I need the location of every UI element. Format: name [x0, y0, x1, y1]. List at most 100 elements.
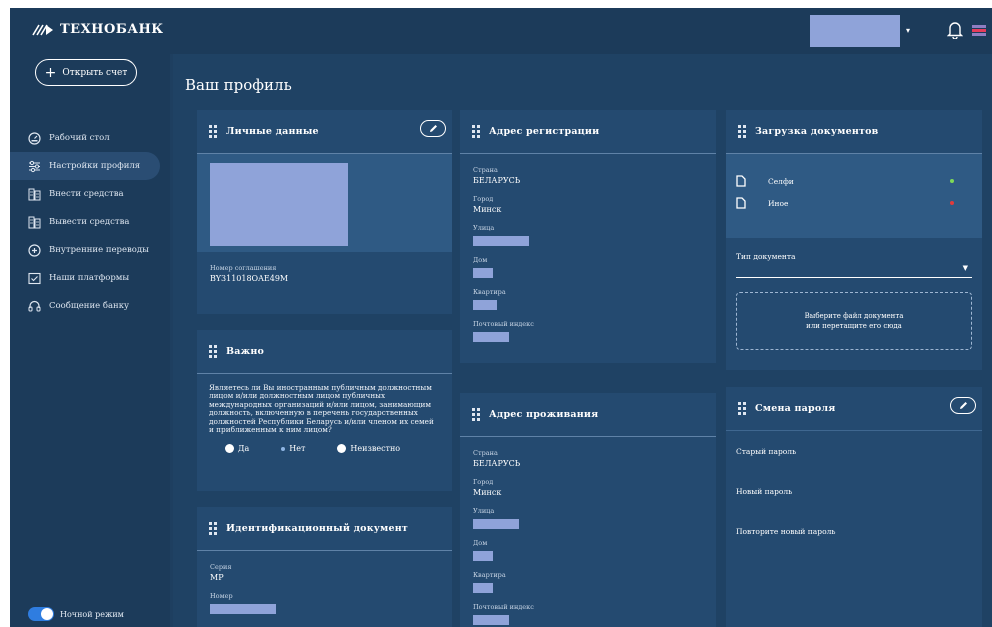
deposit-icon [28, 188, 41, 200]
chevron-down-icon: ▼ [962, 264, 968, 272]
drag-handle-icon[interactable] [738, 125, 746, 138]
apartment-value-redacted [473, 300, 497, 310]
city-label: Город [473, 195, 494, 203]
sidebar-item-label: Внести средства [49, 189, 124, 199]
card-header: Загрузка документов [726, 110, 982, 154]
repeat-password-field[interactable]: Повторите новый пароль [736, 527, 982, 551]
card-title: Загрузка документов [755, 126, 879, 137]
sliders-icon [29, 160, 40, 172]
sidebar-item-message-bank[interactable]: Сообщение банку [10, 292, 170, 320]
drag-handle-icon[interactable] [209, 345, 217, 358]
house-value-redacted [473, 551, 493, 561]
card-title: Смена пароля [755, 403, 836, 414]
chevron-down-icon[interactable]: ▾ [906, 26, 910, 35]
document-upload-card: Загрузка документов Селфи Иное Тип докум… [726, 110, 982, 370]
sidebar-item-internal-transfers[interactable]: Внутренние переводы [10, 236, 170, 264]
agreement-label: Номер соглашения [210, 264, 277, 272]
bell-icon[interactable] [947, 21, 963, 39]
country-value: БЕЛАРУСЬ [473, 459, 521, 468]
status-dot-icon [950, 179, 954, 183]
sidebar-item-label: Наши платформы [49, 273, 130, 283]
card-title: Адрес регистрации [489, 126, 600, 137]
top-bar: ТЕХНОБАНК ▾ [10, 8, 992, 54]
street-value-redacted [473, 236, 529, 246]
residence-address-card: Адрес проживания Страна БЕЛАРУСЬ Город М… [460, 393, 716, 627]
dashboard-icon [28, 131, 41, 145]
change-password-card: Смена пароля Старый пароль Новый пароль … [726, 387, 982, 627]
apartment-label: Квартира [473, 571, 506, 579]
important-card: Важно Являетесь ли Вы иностранным публич… [197, 330, 452, 491]
document-type-select[interactable]: Тип документа ▼ [736, 252, 972, 278]
agreement-value: BY311018OAE49M [210, 274, 289, 283]
document-type-label: Тип документа [736, 252, 796, 261]
bank-name: ТЕХНОБАНК [60, 22, 164, 37]
postal-value-redacted [473, 615, 509, 625]
old-password-field[interactable]: Старый пароль [736, 447, 982, 471]
street-label: Улица [473, 507, 495, 515]
bank-logo-icon [32, 24, 53, 35]
city-value: Минск [473, 205, 502, 214]
plus-icon: + [44, 64, 57, 81]
edit-password-button[interactable] [950, 397, 976, 414]
sidebar-item-deposit[interactable]: Внести средства [10, 180, 170, 208]
night-mode-label: Ночной режим [60, 609, 124, 619]
main-content: Ваш профиль Личные данные Номер соглашен… [173, 54, 992, 627]
drag-handle-icon[interactable] [472, 408, 480, 421]
country-value: БЕЛАРУСЬ [473, 176, 521, 185]
page-title: Ваш профиль [185, 76, 292, 94]
street-value-redacted [473, 519, 519, 529]
sidebar-item-label: Сообщение банку [49, 301, 130, 311]
pep-question: Являетесь ли Вы иностранным публичным до… [209, 383, 434, 435]
id-document-card: Идентификационный документ Серия МР Номе… [197, 507, 452, 627]
radio-label: Нет [289, 444, 306, 454]
pencil-icon [429, 125, 437, 132]
radio-no[interactable]: Нет [281, 444, 305, 453]
list-item[interactable]: Селфи [736, 170, 972, 192]
open-account-button[interactable]: + Открыть счет [35, 59, 137, 86]
country-label: Страна [473, 449, 498, 457]
list-item[interactable]: Иное [736, 192, 972, 214]
language-flag-icon[interactable] [972, 25, 986, 36]
number-value-redacted [210, 604, 276, 614]
night-mode-toggle[interactable] [28, 607, 54, 621]
sidebar-item-withdraw[interactable]: Вывести средства [10, 208, 170, 236]
sidebar-item-dashboard[interactable]: Рабочий стол [10, 124, 170, 152]
pencil-icon [959, 402, 967, 409]
document-label: Селфи [768, 176, 794, 186]
status-dot-icon [950, 201, 954, 205]
street-label: Улица [473, 224, 495, 232]
profile-photo [210, 163, 348, 246]
radio-yes[interactable]: Да [225, 444, 250, 454]
file-dropzone[interactable]: Выберите файл документа или перетащите е… [736, 292, 972, 350]
apartment-value-redacted [473, 583, 493, 593]
user-menu[interactable] [810, 15, 900, 47]
house-label: Дом [473, 256, 488, 264]
card-header: Адрес проживания [460, 393, 716, 437]
sidebar-item-label: Рабочий стол [49, 133, 110, 143]
drag-handle-icon[interactable] [738, 402, 746, 415]
radio-label: Неизвестно [350, 444, 401, 454]
sidebar: + Открыть счет Рабочий стол Настройки пр… [10, 54, 170, 627]
sidebar-item-platforms[interactable]: Наши платформы [10, 264, 170, 292]
app-window: ТЕХНОБАНК ▾ + Открыть счет Рабочий стол [10, 8, 992, 627]
radio-label: Да [238, 444, 250, 454]
registration-address-card: Адрес регистрации Страна БЕЛАРУСЬ Город … [460, 110, 716, 363]
card-title: Адрес проживания [489, 409, 599, 420]
new-password-field[interactable]: Новый пароль [736, 487, 982, 511]
drag-handle-icon[interactable] [472, 125, 480, 138]
sidebar-item-profile-settings[interactable]: Настройки профиля [10, 152, 160, 180]
drag-handle-icon[interactable] [209, 125, 217, 138]
radio-unknown[interactable]: Неизвестно [337, 444, 401, 454]
document-label: Иное [768, 198, 789, 208]
personal-data-card: Личные данные Номер соглашения BY311018O… [197, 110, 452, 314]
radio-dot-icon [337, 444, 347, 454]
postal-value-redacted [473, 332, 509, 342]
sidebar-item-label: Внутренние переводы [49, 245, 149, 255]
edit-personal-button[interactable] [420, 120, 446, 137]
card-title: Важно [226, 346, 265, 357]
night-mode: Ночной режим [28, 607, 124, 621]
bank-logo[interactable]: ТЕХНОБАНК [32, 22, 164, 37]
postal-label: Почтовый индекс [473, 603, 534, 611]
drag-handle-icon[interactable] [209, 522, 217, 535]
radio-dot-icon [225, 444, 234, 454]
